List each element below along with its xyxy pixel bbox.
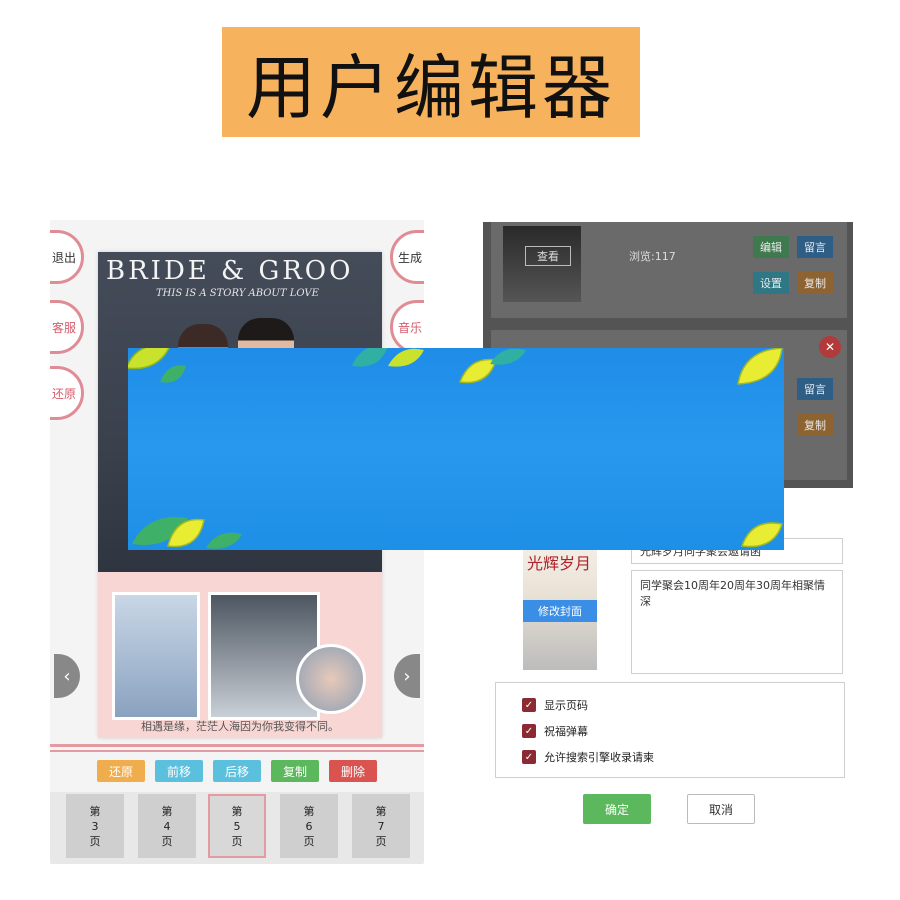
restore-button[interactable]: 还原 (97, 760, 145, 782)
option-show-page-number[interactable]: ✓ 显示页码 (522, 697, 588, 713)
leaf-decoration (388, 348, 424, 367)
message-button[interactable]: 留言 (797, 378, 833, 400)
view-button[interactable]: 查看 (525, 246, 571, 266)
checkbox-checked-icon[interactable]: ✓ (522, 698, 536, 712)
move-back-button[interactable]: 后移 (213, 760, 261, 782)
page-thumb-3[interactable]: 第 3 页 (66, 794, 124, 858)
cancel-button[interactable]: 取消 (687, 794, 755, 824)
page-thumb-5-active[interactable]: 第 5 页 (208, 794, 266, 858)
copy-invite-button[interactable]: 复制 (797, 414, 833, 436)
edit-button[interactable]: 编辑 (753, 236, 789, 258)
divider (50, 744, 424, 747)
next-page-arrow[interactable]: › (394, 654, 420, 698)
page-thumb-number: 7 (377, 819, 385, 833)
move-forward-button[interactable]: 前移 (155, 760, 203, 782)
title-banner: 用户编辑器 (222, 27, 640, 137)
page-thumbnail-strip: 第 3 页 第 4 页 第 5 页 第 6 页 第 7 页 (50, 792, 424, 864)
page-thumb-label: 第 (89, 804, 101, 818)
page-thumb-label: 第 (231, 804, 243, 818)
option-label: 允许搜索引擎收录请柬 (544, 751, 654, 764)
exit-button[interactable]: 退出 (50, 230, 84, 284)
checkbox-checked-icon[interactable]: ✓ (522, 750, 536, 764)
leaf-decoration (167, 518, 205, 548)
leaf-decoration (160, 365, 186, 383)
leaf-decoration (206, 532, 242, 549)
page-thumb-label: 页 (231, 834, 243, 848)
page-thumb-6[interactable]: 第 6 页 (280, 794, 338, 858)
screenshot-canvas: 用户编辑器 退出 客服 还原 生成 音乐 BRIDE & GROO THIS I… (0, 0, 900, 900)
cover-calligraphy: 光辉岁月 (527, 554, 592, 573)
divider (50, 750, 424, 752)
chevron-right-icon: › (403, 665, 411, 687)
close-icon[interactable]: ✕ (819, 336, 841, 358)
couple-photo-1[interactable] (112, 592, 200, 720)
option-allow-search-index[interactable]: ✓ 允许搜索引擎收录请柬 (522, 749, 654, 765)
blue-overlay-banner (128, 348, 784, 550)
message-button[interactable]: 留言 (797, 236, 833, 258)
page-caption[interactable]: 相遇是缘，茫茫人海因为你我变得不同。 (98, 718, 382, 734)
page-thumb-number: 4 (163, 819, 171, 833)
page-thumb-4[interactable]: 第 4 页 (138, 794, 196, 858)
chevron-left-icon: ‹ (63, 665, 71, 687)
view-count: 浏览:117 (629, 250, 676, 263)
page-thumb-label: 页 (303, 834, 315, 848)
option-blessing-danmaku[interactable]: ✓ 祝福弹幕 (522, 723, 588, 739)
restore-side-button[interactable]: 还原 (50, 366, 84, 420)
generate-label: 生成 (397, 250, 422, 265)
generate-button[interactable]: 生成 (390, 230, 424, 284)
exit-label: 退出 (51, 250, 76, 265)
leaf-decoration (737, 348, 783, 385)
page-thumb-number: 3 (91, 819, 99, 833)
service-label: 客服 (51, 320, 76, 335)
invitation-list-item: 查看 浏览:117 编辑 留言 设置 复制 (491, 222, 847, 318)
page-thumb-7[interactable]: 第 7 页 (352, 794, 410, 858)
page-thumb-label: 页 (161, 834, 173, 848)
service-button[interactable]: 客服 (50, 300, 84, 354)
couple-photo-round[interactable] (296, 644, 366, 714)
description-textarea[interactable]: 同学聚会10周年20周年30周年相聚情深 (631, 570, 843, 674)
page-thumb-label: 页 (89, 834, 101, 848)
page-thumb-label: 页 (375, 834, 387, 848)
chalk-title: BRIDE & GROO (106, 256, 354, 286)
copy-button[interactable]: 复制 (271, 760, 319, 782)
leaf-decoration (740, 522, 783, 548)
delete-button[interactable]: 删除 (329, 760, 377, 782)
restore-side-label: 还原 (51, 386, 76, 401)
page-thumb-number: 6 (305, 819, 313, 833)
cover-thumbnail: 光辉岁月 修改封面 (523, 542, 597, 670)
music-button[interactable]: 音乐 (390, 300, 424, 354)
invitation-settings-form: 光辉岁月 修改封面 光辉岁月同学聚会邀请函 同学聚会10周年20周年30周年相聚… (495, 522, 845, 866)
photo-collage (112, 592, 370, 720)
music-label: 音乐 (397, 320, 422, 335)
options-group: ✓ 显示页码 ✓ 祝福弹幕 ✓ 允许搜索引擎收录请柬 (495, 682, 845, 778)
prev-page-arrow[interactable]: ‹ (54, 654, 80, 698)
checkbox-checked-icon[interactable]: ✓ (522, 724, 536, 738)
leaf-decoration (490, 348, 526, 365)
page-thumb-number: 5 (233, 819, 241, 833)
leaf-decoration (352, 348, 388, 367)
page-toolbar: 还原 前移 后移 复制 删除 (50, 760, 424, 782)
page-thumb-label: 第 (375, 804, 387, 818)
edit-cover-button[interactable]: 修改封面 (523, 600, 597, 622)
page-thumb-label: 第 (303, 804, 315, 818)
option-label: 显示页码 (544, 699, 588, 712)
copy-invite-button[interactable]: 复制 (797, 272, 833, 294)
chalk-subtitle: THIS IS A STORY ABOUT LOVE (156, 288, 319, 299)
card-cover-image: 查看 (503, 226, 581, 302)
page-thumb-label: 第 (161, 804, 173, 818)
page-title: 用户编辑器 (246, 46, 616, 129)
settings-button[interactable]: 设置 (753, 272, 789, 294)
option-label: 祝福弹幕 (544, 725, 588, 738)
confirm-button[interactable]: 确定 (583, 794, 651, 824)
